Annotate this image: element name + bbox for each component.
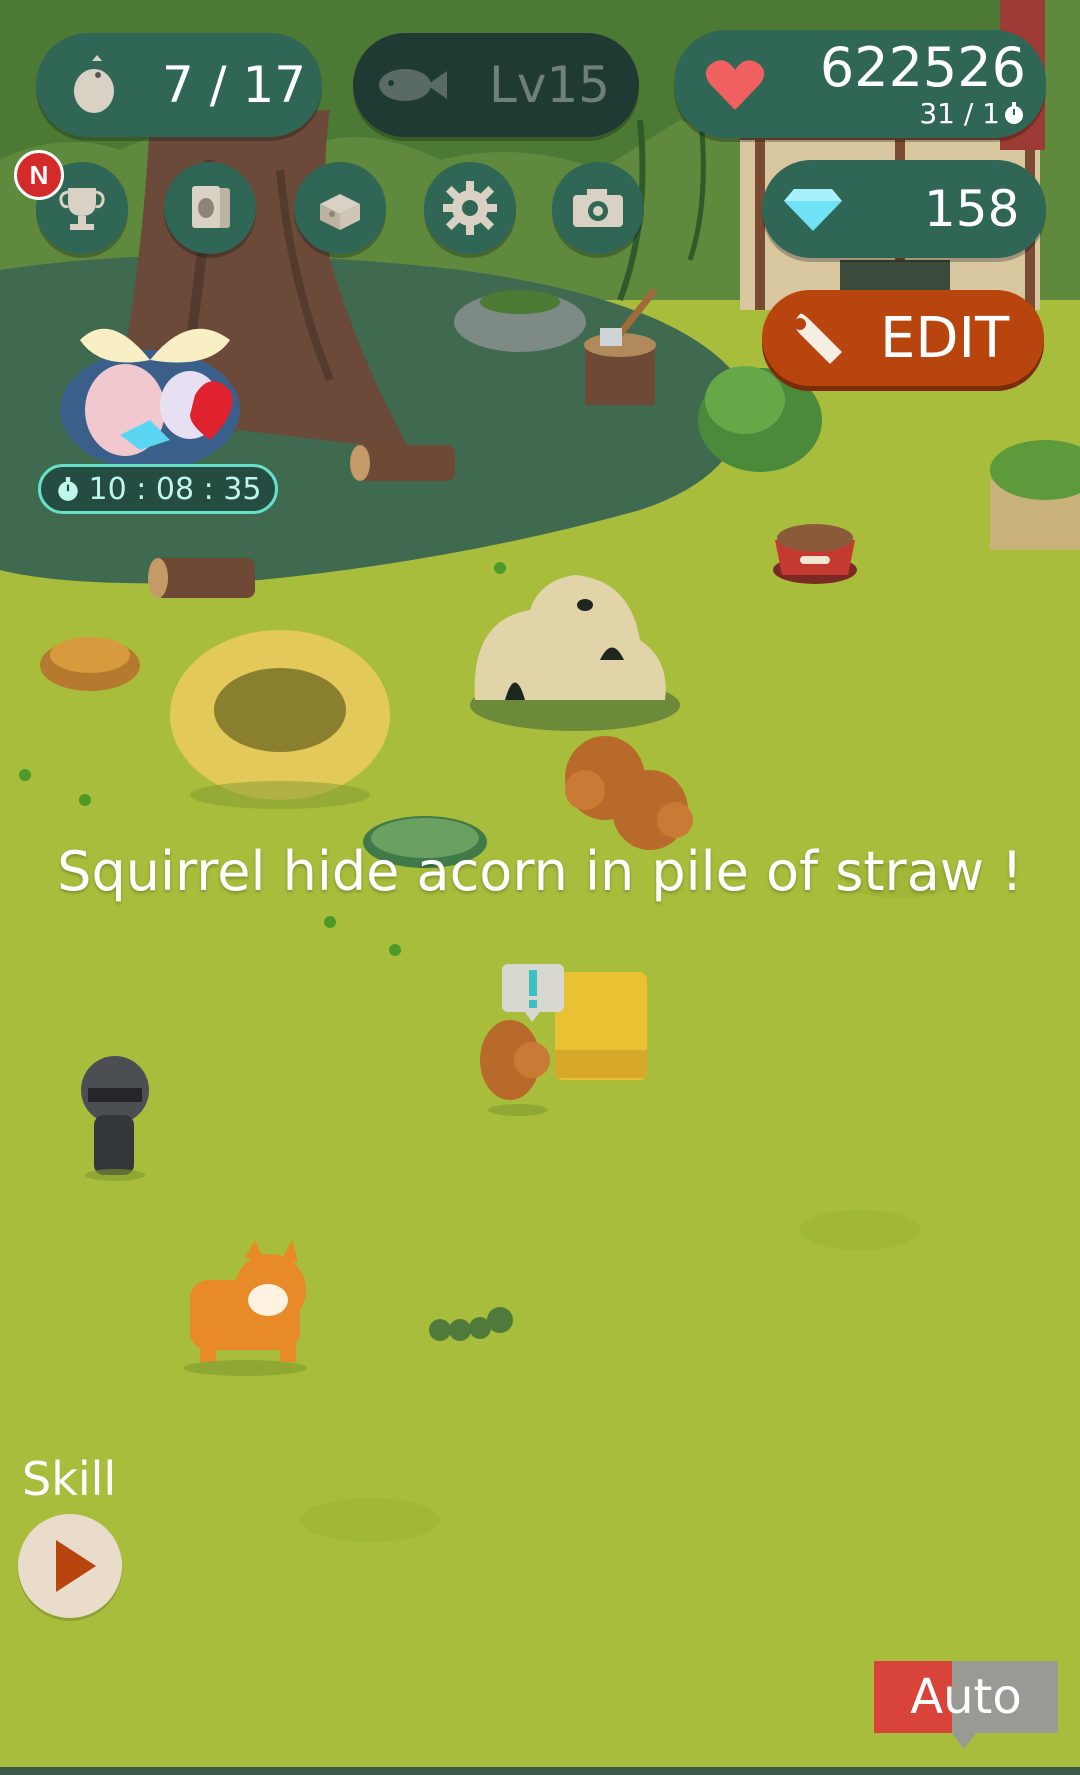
log (350, 445, 455, 481)
hearts-value: 622526 (819, 35, 1026, 99)
edit-label: EDIT (880, 305, 1010, 371)
animal-count: 7 / 17 (162, 56, 307, 114)
gems-value: 158 (924, 180, 1020, 238)
settings-button[interactable] (424, 162, 516, 254)
camera-icon (573, 189, 623, 227)
cards-button[interactable] (164, 162, 256, 254)
dog-food-bowl (773, 524, 857, 584)
auto-label: Auto (910, 1669, 1022, 1725)
gift-timer-value: 10 : 08 : 35 (88, 471, 262, 507)
trophy-icon (59, 188, 105, 230)
skill-label: Skill (22, 1452, 117, 1506)
auto-toggle-pointer (952, 1733, 976, 1749)
edit-button[interactable]: EDIT (762, 290, 1044, 386)
new-badge-label: N (29, 159, 49, 190)
log (148, 558, 255, 598)
diamond-icon (784, 189, 842, 231)
hearts-sub: 31 / 1 (919, 96, 1000, 130)
fish-level: Lv15 (489, 56, 611, 114)
gift-icon (60, 328, 240, 470)
cards-icon (192, 186, 230, 228)
hay-bale (555, 972, 647, 1080)
planter-box (990, 440, 1080, 550)
stopwatch-icon (57, 477, 78, 501)
camera-button[interactable] (552, 162, 644, 254)
hearts-panel[interactable]: 622526 31 / 1 (674, 30, 1046, 138)
bottom-strip (0, 1767, 1080, 1775)
gift-package[interactable] (40, 300, 260, 470)
fish-level-panel[interactable]: Lv15 (353, 33, 639, 137)
skill-button[interactable] (18, 1514, 122, 1618)
fish-icon (379, 69, 447, 101)
new-badge: N (14, 150, 64, 200)
animal-counter[interactable]: 7 / 17 (36, 33, 322, 137)
heart-icon (705, 60, 765, 110)
storage-box-button[interactable] (294, 162, 386, 254)
wrench-icon (794, 313, 842, 364)
gems-panel[interactable]: 158 (762, 160, 1046, 258)
gift-timer: 10 : 08 : 35 (38, 464, 278, 514)
event-message: Squirrel hide acorn in pile of straw ! (57, 840, 1023, 903)
chick-icon (74, 55, 114, 113)
auto-toggle[interactable]: Auto (874, 1661, 1058, 1733)
gear-icon (443, 181, 497, 235)
stopwatch-icon (1005, 102, 1023, 124)
play-icon (56, 1540, 96, 1592)
box-icon (320, 194, 360, 230)
